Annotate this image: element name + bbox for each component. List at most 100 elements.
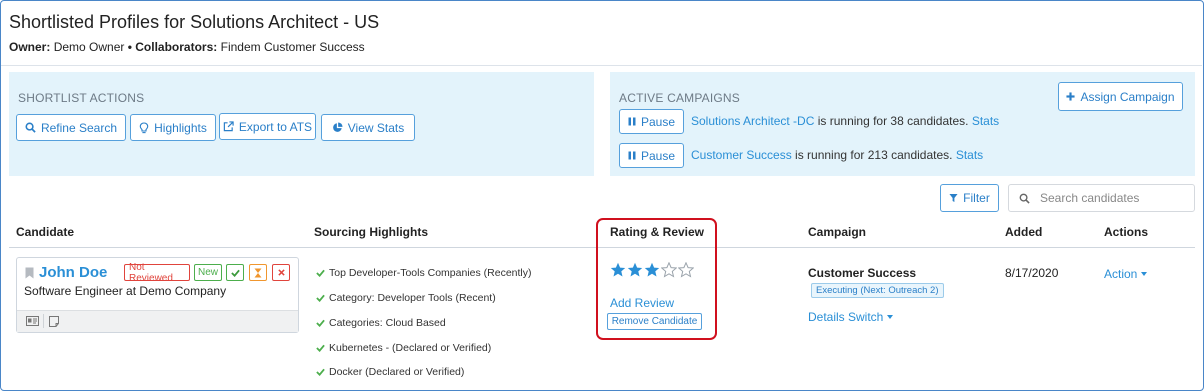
pause-label-1: Pause (640, 114, 676, 129)
card-footer (17, 310, 298, 332)
assign-campaign-button[interactable]: Assign Campaign (1058, 82, 1183, 111)
campaign-link-2[interactable]: Customer Success (691, 148, 792, 162)
stats-link-1[interactable]: Stats (972, 114, 999, 128)
campaign-status-badge: Executing (Next: Outreach 2) (811, 283, 944, 298)
row-campaign-name: Customer Success (808, 266, 917, 280)
search-icon (1019, 193, 1030, 204)
details-switch-label: Details Switch (808, 310, 884, 324)
highlight-item: Docker (Declared or Verified) (316, 366, 464, 378)
candidate-name[interactable]: John Doe (39, 264, 107, 281)
star-filled-icon[interactable] (627, 262, 643, 278)
pause-label-2: Pause (640, 148, 676, 163)
highlight-item: Category: Developer Tools (Recent) (316, 292, 496, 304)
column-header-candidate: Candidate (16, 225, 75, 239)
view-stats-button[interactable]: View Stats (321, 114, 415, 141)
reject-button[interactable] (272, 264, 290, 281)
check-icon (316, 269, 325, 277)
view-stats-label: View Stats (347, 120, 405, 135)
add-review-link[interactable]: Add Review (610, 296, 674, 310)
footer-divider (43, 314, 44, 328)
stats-link-2[interactable]: Stats (956, 148, 983, 162)
search-box (1008, 184, 1195, 212)
check-icon (316, 368, 325, 376)
profile-card-icon[interactable] (26, 316, 39, 326)
pause-icon (628, 117, 636, 126)
star-filled-icon[interactable] (610, 262, 626, 278)
highlights-label: Highlights (154, 120, 207, 135)
star-empty-icon[interactable] (661, 262, 677, 278)
campaign-text-1: is running for 38 candidates. (814, 114, 972, 128)
status-badge-not-reviewed: Not Reviewed (124, 262, 190, 284)
check-icon (316, 294, 325, 302)
shortlist-actions-title: SHORTLIST ACTIONS (18, 91, 145, 105)
pause-icon (628, 151, 636, 160)
hourglass-icon (254, 268, 262, 277)
pie-chart-icon (332, 122, 343, 132)
caret-down-icon (1141, 272, 1148, 276)
candidate-card: John Doe Not Reviewed New Software Engin… (16, 257, 299, 333)
highlight-text: Kubernetes - (Declared or Verified) (329, 342, 492, 354)
filter-label: Filter (963, 191, 990, 205)
highlights-button[interactable]: Highlights (130, 114, 216, 141)
lightbulb-icon (139, 121, 149, 133)
highlight-item: Top Developer-Tools Companies (Recently) (316, 267, 532, 279)
separator: • (127, 40, 132, 54)
owner-label: Owner: (9, 40, 51, 54)
check-icon (230, 269, 240, 277)
caret-down-icon (887, 315, 894, 319)
bookmark-icon[interactable] (25, 267, 34, 279)
close-icon (277, 269, 285, 276)
refine-search-button[interactable]: Refine Search (16, 114, 126, 141)
note-icon[interactable] (49, 316, 59, 327)
action-label: Action (1104, 267, 1138, 281)
plus-icon (1066, 92, 1076, 101)
pending-button[interactable] (249, 264, 267, 281)
candidate-title: Software Engineer at Demo Company (24, 284, 227, 298)
column-header-sourcing-highlights: Sourcing Highlights (314, 225, 428, 239)
campaign-line-2: Customer Success is running for 213 cand… (691, 148, 983, 162)
external-link-icon (223, 121, 234, 132)
action-dropdown[interactable]: Action (1104, 267, 1148, 281)
star-empty-icon[interactable] (678, 262, 694, 278)
refine-search-label: Refine Search (40, 120, 118, 135)
active-campaigns-panel: ACTIVE CAMPAIGNS Assign Campaign Pause S… (610, 72, 1195, 176)
collaborators-label: Collaborators: (135, 40, 218, 54)
shortlist-actions-panel: SHORTLIST ACTIONS Refine Search Highligh… (9, 72, 594, 176)
export-to-ats-button[interactable]: Export to ATS (219, 113, 316, 140)
added-date: 8/17/2020 (1005, 266, 1059, 280)
check-icon (316, 319, 325, 327)
highlight-text: Docker (Declared or Verified) (329, 366, 465, 378)
column-header-campaign: Campaign (808, 225, 867, 239)
highlight-item: Categories: Cloud Based (316, 317, 446, 329)
highlight-text: Categories: Cloud Based (329, 317, 446, 329)
filter-icon (949, 193, 958, 203)
campaign-link-1[interactable]: Solutions Architect -DC (691, 114, 814, 128)
search-icon (25, 122, 36, 133)
pause-button-2[interactable]: Pause (619, 143, 684, 168)
campaign-line-1: Solutions Architect -DC is running for 3… (691, 114, 999, 128)
header-divider (1, 65, 1202, 66)
highlight-text: Category: Developer Tools (Recent) (329, 292, 496, 304)
remove-candidate-button[interactable]: Remove Candidate (607, 313, 702, 330)
highlight-item: Kubernetes - (Declared or Verified) (316, 342, 491, 354)
campaign-text-2: is running for 213 candidates. (791, 148, 956, 162)
star-rating[interactable] (610, 262, 694, 278)
column-header-actions: Actions (1104, 225, 1149, 239)
check-icon (316, 344, 325, 352)
column-header-added: Added (1005, 225, 1043, 239)
assign-campaign-label: Assign Campaign (1080, 89, 1175, 104)
export-to-ats-label: Export to ATS (238, 119, 313, 134)
star-filled-icon[interactable] (644, 262, 660, 278)
page-title: Shortlisted Profiles for Solutions Archi… (9, 12, 380, 32)
active-campaigns-title: ACTIVE CAMPAIGNS (619, 91, 740, 105)
status-badge-new: New (194, 264, 222, 281)
details-switch-dropdown[interactable]: Details Switch (808, 310, 894, 324)
search-input[interactable] (1040, 191, 1180, 205)
approve-button[interactable] (226, 264, 244, 281)
owner-value: Demo Owner (53, 40, 125, 54)
owner-line: Owner: Demo Owner • Collaborators: Finde… (9, 40, 365, 54)
highlight-text: Top Developer-Tools Companies (Recently) (329, 267, 532, 279)
filter-button[interactable]: Filter (940, 184, 999, 212)
pause-button-1[interactable]: Pause (619, 109, 684, 134)
collaborators-value: Findem Customer Success (220, 40, 365, 54)
